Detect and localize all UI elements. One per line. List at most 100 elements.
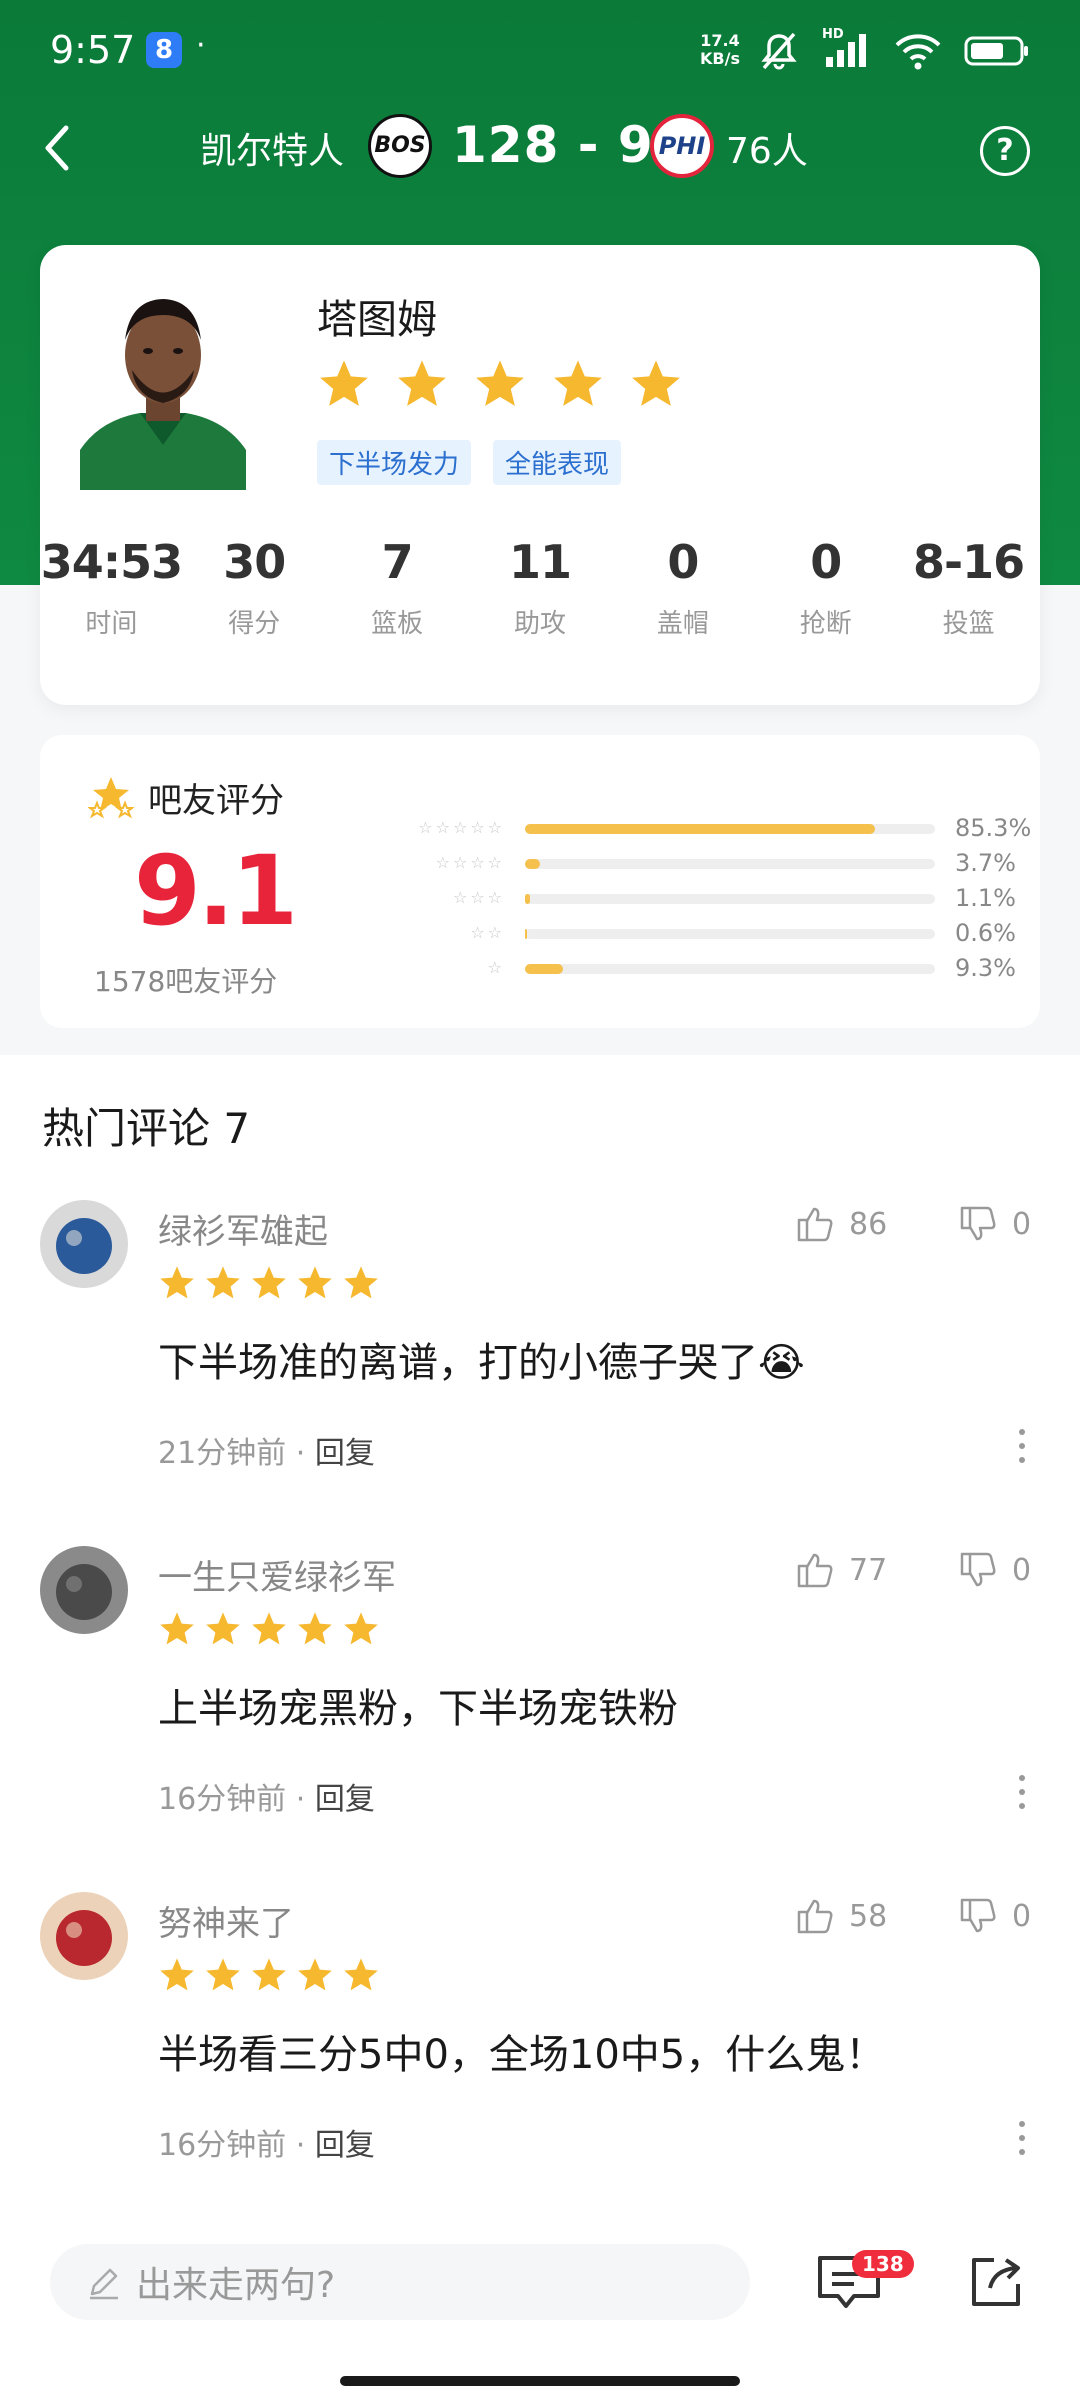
stat-6: 8-16 投篮 — [897, 535, 1040, 640]
rating-score: 9.1 — [134, 835, 298, 947]
network-speed: 17.4 KB/s — [700, 31, 740, 68]
more-options-icon[interactable] — [1015, 1772, 1029, 1812]
home-team-name[interactable]: 凯尔特人 — [200, 122, 344, 174]
star-icon — [160, 1958, 194, 1991]
comment-rating-stars — [158, 1956, 380, 1994]
comment-meta: 16分钟前 · 回复 — [158, 1774, 375, 1818]
like-count: 58 — [849, 1898, 888, 1934]
thumbs-up-icon — [797, 1207, 833, 1242]
comment-item[interactable]: 绿衫军雄起下半场准的离谱，打的小德子哭了😭 21分钟前 · 回复 86 0 — [0, 1200, 1080, 1530]
meta-dot: · — [295, 1436, 306, 1471]
hot-comments-title: 热门评论 7 — [42, 1104, 251, 1153]
like-button[interactable]: 86 — [795, 1204, 887, 1244]
player-photo[interactable] — [80, 285, 246, 490]
home-indicator[interactable] — [340, 2376, 740, 2386]
distribution-track — [525, 929, 935, 939]
distribution-track — [525, 894, 935, 904]
wifi-icon — [895, 34, 941, 70]
stat-label: 投篮 — [942, 609, 995, 639]
pencil-icon — [90, 2268, 118, 2300]
comment-username[interactable]: 绿衫军雄起 — [158, 1204, 328, 1253]
distribution-percent: 9.3% — [955, 954, 1016, 982]
distribution-percent: 3.7% — [955, 849, 1016, 877]
star-icon — [206, 1266, 240, 1299]
star-icon — [206, 1612, 240, 1645]
distribution-stars: ☆☆ — [470, 923, 505, 942]
more-options-icon[interactable] — [1015, 1426, 1029, 1466]
star-icon — [160, 1266, 194, 1299]
stat-value: 8-16 — [913, 535, 1025, 589]
stat-value: 11 — [509, 535, 572, 589]
rating-distribution-row: ☆☆☆☆☆ 85.3% — [380, 813, 1031, 843]
star-icon — [632, 360, 680, 406]
user-avatar[interactable] — [40, 1892, 128, 1980]
help-icon[interactable]: ? — [980, 126, 1030, 176]
star-icon — [344, 1958, 378, 1991]
player-stats: 34:53 时间 30 得分 7 篮板 11 助攻 0 盖帽 0 抢断 8-16 投篮 — [40, 535, 1040, 640]
user-avatar[interactable] — [40, 1200, 128, 1288]
comment-text: 上半场宠黑粉，下半场宠铁粉 — [158, 1686, 678, 1732]
mute-bell-icon — [761, 32, 797, 70]
reply-button[interactable]: 回复 — [315, 1436, 375, 1471]
player-name: 塔图姆 — [317, 297, 437, 343]
star-icon — [298, 1958, 332, 1991]
star-icon — [344, 1612, 378, 1645]
comment-username[interactable]: 努神来了 — [158, 1896, 294, 1945]
comment-rating-stars — [158, 1610, 380, 1648]
like-button[interactable]: 58 — [795, 1896, 887, 1936]
like-count: 86 — [849, 1206, 888, 1242]
status-bar: 9:57 8 · 17.4 KB/s HD — [0, 0, 1080, 100]
stat-value: 7 — [381, 535, 414, 589]
stat-value: 0 — [810, 535, 842, 589]
message-count-badge: 138 — [852, 2250, 914, 2278]
rating-distribution-row: ☆☆ 0.6% — [380, 918, 1020, 948]
player-rating-stars — [317, 357, 683, 411]
distribution-bar — [525, 824, 875, 834]
star-icon — [160, 1612, 194, 1645]
away-team-name[interactable]: 76人 — [726, 122, 808, 174]
comment-text: 下半场准的离谱，打的小德子哭了😭 — [158, 1340, 805, 1386]
like-button[interactable]: 77 — [795, 1550, 887, 1590]
distribution-stars: ☆☆☆☆ — [435, 853, 505, 872]
dislike-button[interactable]: 0 — [958, 1896, 1031, 1936]
dislike-count: 0 — [1012, 1552, 1032, 1588]
distribution-bar — [525, 859, 541, 869]
comment-text: 半场看三分5中0，全场10中5，什么鬼！ — [158, 2032, 886, 2078]
app-notification-badge: 8 — [146, 32, 182, 68]
user-avatar[interactable] — [40, 1546, 128, 1634]
away-team-logo[interactable]: PHI — [650, 114, 714, 178]
more-options-icon[interactable] — [1015, 2118, 1029, 2158]
star-icon — [344, 1266, 378, 1299]
comment-time: 21分钟前 — [158, 1436, 287, 1471]
star-icon — [476, 360, 524, 406]
share-icon[interactable] — [968, 2254, 1024, 2310]
player-tag[interactable]: 全能表现 — [493, 440, 622, 485]
comment-item[interactable]: 努神来了半场看三分5中0，全场10中5，什么鬼！ 16分钟前 · 回复 58 0 — [0, 1892, 1080, 2222]
distribution-bar — [525, 894, 530, 904]
player-tags: 下半场发力 全能表现 — [317, 440, 622, 485]
stat-value: 30 — [223, 535, 286, 589]
dislike-button[interactable]: 0 — [958, 1204, 1031, 1244]
player-tag[interactable]: 下半场发力 — [317, 440, 472, 485]
star-icon — [398, 360, 446, 406]
stat-label: 得分 — [228, 609, 281, 639]
stat-0: 34:53 时间 — [40, 535, 183, 640]
status-time: 9:57 — [50, 28, 136, 72]
fan-rating-card[interactable]: 吧友评分 9.1 1578吧友评分 ☆☆☆☆☆ 85.3% ☆☆☆☆ 3.7% ☆☆☆ 1… — [40, 735, 1040, 1028]
comment-input[interactable]: 出来走两句? — [50, 2244, 750, 2320]
comment-rating-stars — [158, 1264, 380, 1302]
dislike-button[interactable]: 0 — [958, 1550, 1031, 1590]
reply-button[interactable]: 回复 — [315, 1782, 375, 1817]
comment-time: 16分钟前 — [158, 2128, 287, 2163]
comment-username[interactable]: 一生只爱绿衫军 — [158, 1550, 396, 1599]
reply-button[interactable]: 回复 — [315, 2128, 375, 2163]
back-icon[interactable] — [30, 118, 90, 178]
star-icon — [252, 1266, 286, 1299]
comment-item[interactable]: 一生只爱绿衫军上半场宠黑粉，下半场宠铁粉 16分钟前 · 回复 77 0 — [0, 1546, 1080, 1876]
meta-dot: · — [295, 2128, 306, 2163]
stat-4: 0 盖帽 — [611, 535, 754, 640]
home-team-logo[interactable]: BOS — [368, 114, 432, 178]
bottom-bar: 出来走两句? 138 — [0, 2220, 1080, 2400]
stat-label: 抢断 — [799, 609, 852, 639]
stat-1: 30 得分 — [183, 535, 326, 640]
